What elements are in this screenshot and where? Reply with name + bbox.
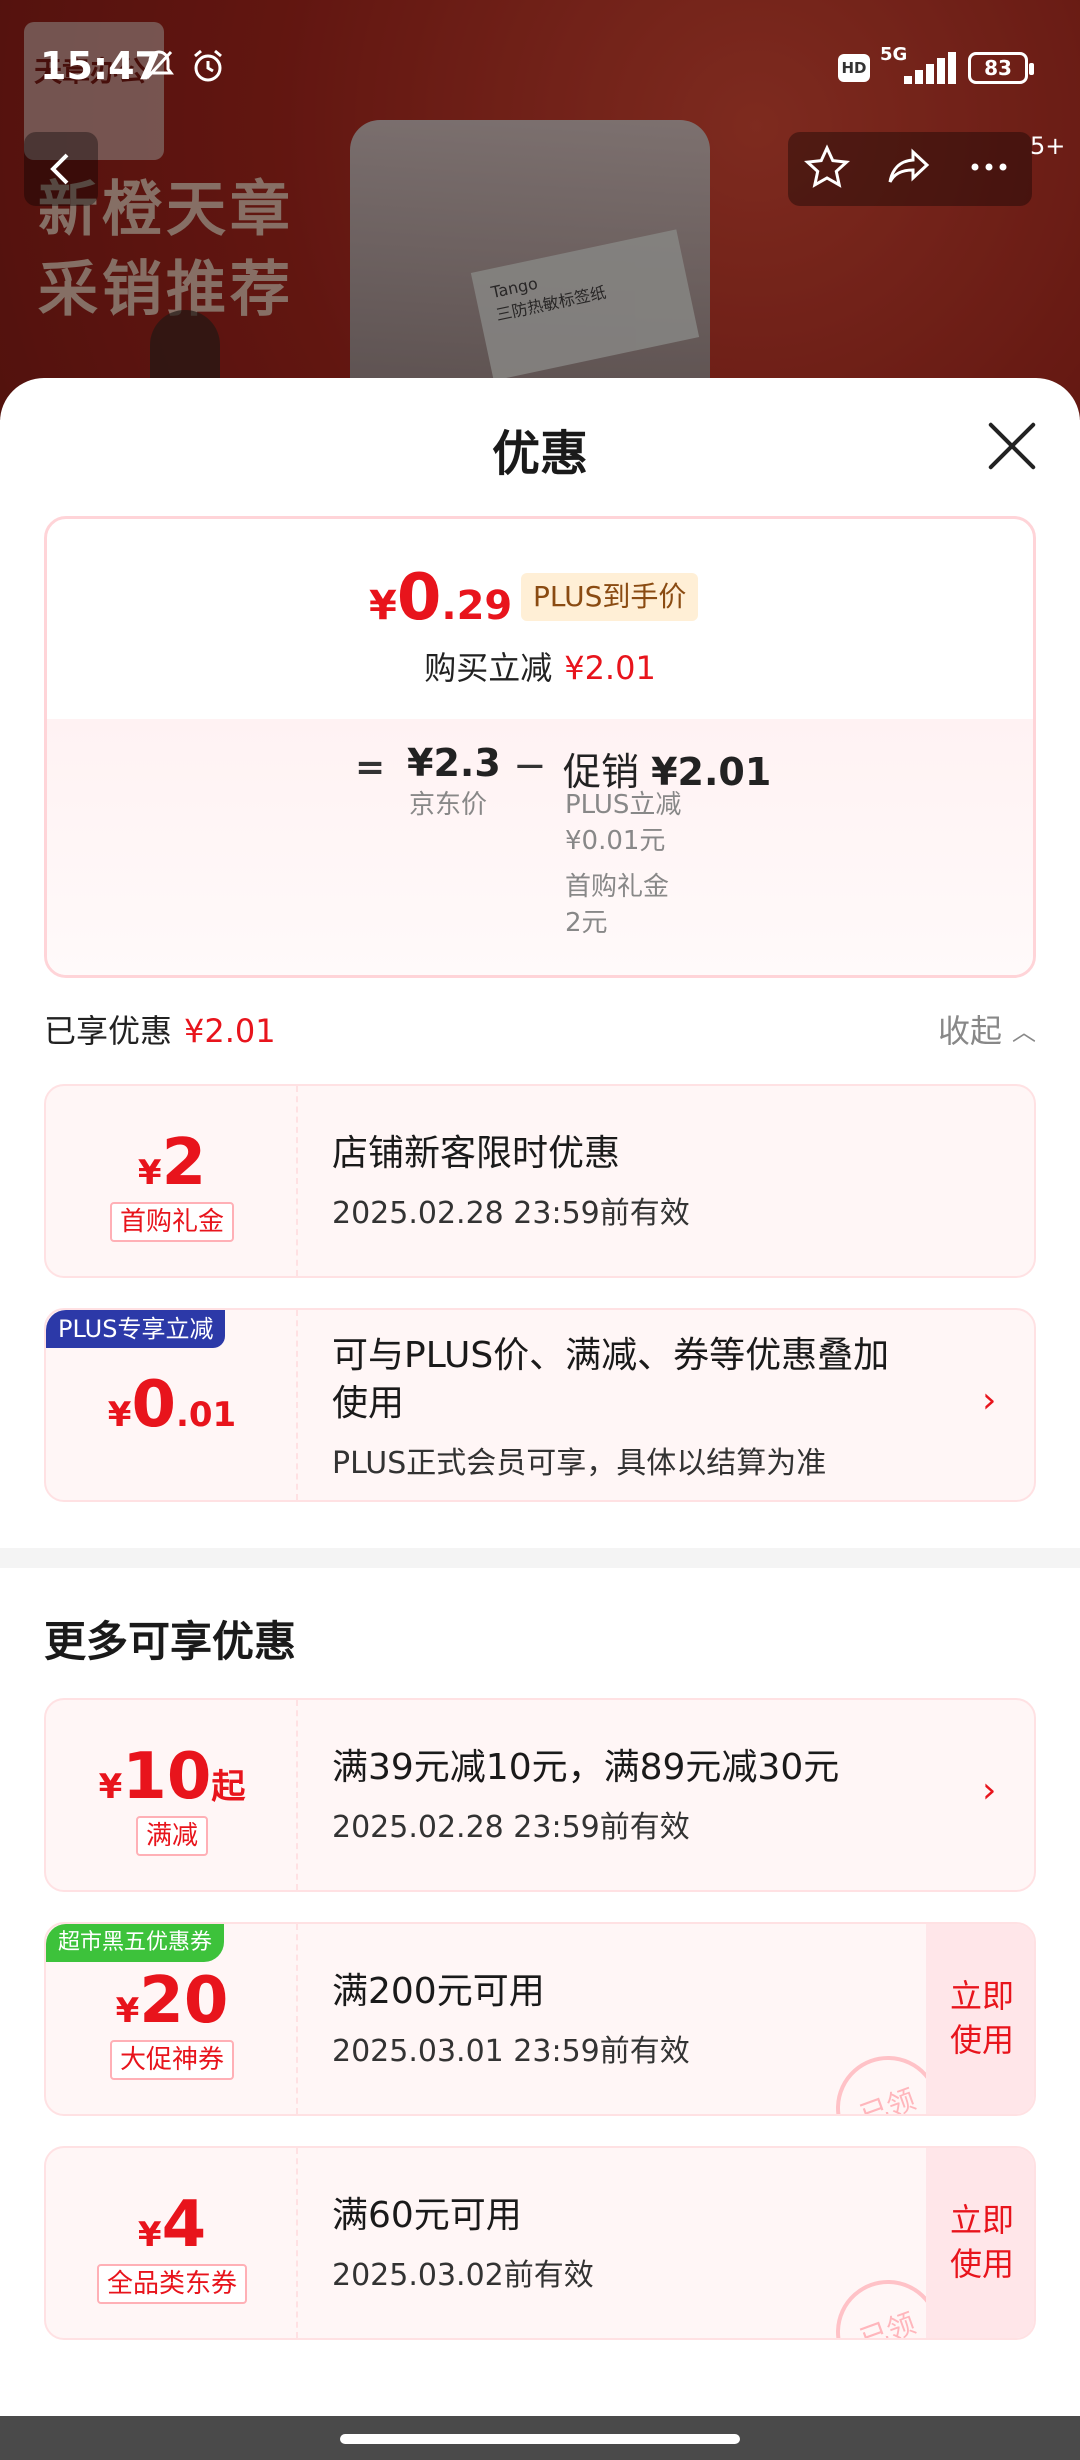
coupon-amount-area: ¥10起 满减: [46, 1700, 298, 1890]
alarm-icon: [190, 48, 226, 93]
star-icon: [804, 144, 850, 188]
coupon-amount-value: 0: [131, 1368, 176, 1442]
message-badge: 5+: [1030, 132, 1066, 160]
favorite-button[interactable]: [802, 144, 852, 194]
more-dots-icon: [971, 163, 1007, 171]
coupon-amount-area: ¥2 首购礼金: [46, 1086, 298, 1276]
coupon-amount-decimal: .01: [175, 1395, 237, 1435]
coupon-title: 满60元可用: [332, 2195, 522, 2236]
coupon-amount-value: 20: [139, 1964, 229, 2038]
chevron-right-icon[interactable]: ›: [982, 1770, 996, 1811]
plus-exclusive-tag: PLUS专享立减: [46, 1310, 226, 1348]
enjoyed-discount-header: 已享优惠 ¥2.01: [44, 1006, 276, 1052]
coupon-type-tag-text: 首购礼金: [109, 1202, 234, 1242]
coupon-validity: 2025.03.02前有效: [332, 2258, 594, 2293]
price-summary-card: ¥0.29 PLUS到手价 购买立减 ¥2.01 = ¥2.3 京东价 − 促销 …: [44, 516, 1036, 978]
coupon-title: 店铺新客限时优惠: [332, 1133, 621, 1174]
final-price-integer: 0: [396, 561, 442, 635]
coupon-title: 可与PLUS价、满减、券等优惠叠加 使用: [332, 1335, 890, 1424]
final-price-decimal: .29: [441, 583, 513, 629]
first-purchase-gift-value: 2元: [565, 908, 608, 938]
coupon-validity: 2025.03.01 23:59前有效: [332, 2034, 690, 2069]
coupon-validity: 2025.02.28 23:59前有效: [332, 1196, 690, 1231]
coupon-type-tag-text: 满减: [135, 1816, 208, 1856]
coupon-amount: ¥0.01: [46, 1368, 298, 1442]
coupon-type-tag: 首购礼金: [46, 1202, 298, 1242]
use-now-button[interactable]: 立即 使用: [926, 1924, 1034, 2114]
supermarket-coupon-tag: 超市黑五优惠券: [46, 1924, 225, 1962]
purchase-reduction-label: 购买立减: [424, 649, 553, 687]
coupon-amount-value: 2: [161, 1126, 207, 1200]
coupon-type-tag-text: 大促神券: [109, 2040, 234, 2080]
close-icon[interactable]: [984, 418, 1040, 474]
share-button[interactable]: [884, 144, 934, 194]
section-divider: [0, 1548, 1080, 1568]
plus-reduction-label: PLUS立减: [565, 790, 682, 820]
coupon-first-purchase[interactable]: ¥2 首购礼金 店铺新客限时优惠 2025.02.28 23:59前有效: [44, 1084, 1036, 1278]
coupon-type-tag-text: 全品类东券: [96, 2264, 247, 2304]
use-now-button[interactable]: 立即 使用: [926, 2148, 1034, 2338]
coupon-amount-suffix: 起: [211, 1767, 246, 1807]
final-price-symbol: ¥: [369, 583, 397, 629]
coupon-title: 满39元减10元，满89元减30元: [332, 1747, 840, 1788]
coupon-title: 满200元可用: [332, 1971, 545, 2012]
jd-price-label: 京东价: [409, 790, 488, 820]
coupon-amount-symbol: ¥: [115, 1991, 140, 2031]
home-indicator[interactable]: [340, 2434, 740, 2444]
equals-sign: =: [355, 747, 386, 788]
coupon-plus-reduction[interactable]: ¥0.01 PLUS专享立减 可与PLUS价、满减、券等优惠叠加 使用 PLUS…: [44, 1308, 1036, 1502]
mute-icon: [142, 48, 176, 91]
coupon-amount-value: 10: [122, 1740, 212, 1814]
coupon-mega-promo[interactable]: ¥20 大促神券 超市黑五优惠券 满200元可用 2025.03.01 23:5…: [44, 1922, 1036, 2116]
first-purchase-gift-label: 首购礼金: [565, 872, 670, 902]
coupon-type-tag: 满减: [46, 1816, 298, 1856]
coupon-type-tag: 大促神券: [46, 2040, 298, 2080]
coupon-amount: ¥4: [46, 2188, 298, 2262]
coupon-amount-symbol: ¥: [107, 1395, 132, 1435]
chevron-right-icon[interactable]: ›: [982, 1380, 996, 1421]
coupon-amount-area: ¥4 全品类东券: [46, 2148, 298, 2338]
coupon-type-tag: 全品类东券: [46, 2264, 298, 2304]
plus-price-tag: PLUS到手价: [521, 573, 699, 621]
purchase-reduction-value: ¥2.01: [564, 649, 656, 687]
jd-price-value: ¥2.3: [407, 741, 501, 785]
coupon-amount-symbol: ¥: [137, 1153, 162, 1193]
coupon-full-reduction[interactable]: ¥10起 满减 满39元减10元，满89元减30元 2025.02.28 23:…: [44, 1698, 1036, 1892]
sheet-title: 优惠: [491, 426, 588, 482]
hd-icon: HD: [838, 54, 870, 82]
share-icon: [888, 148, 930, 183]
coupon-amount-value: 4: [161, 2188, 207, 2262]
plus-reduction-value: ¥0.01元: [565, 826, 666, 856]
more-button[interactable]: [964, 144, 1014, 194]
coupon-amount: ¥20: [46, 1964, 298, 2038]
collapse-button[interactable]: 收起 ︿: [938, 1006, 1036, 1052]
collapse-label: 收起: [938, 1012, 1003, 1050]
coupon-amount: ¥2: [46, 1126, 298, 1200]
signal-icon: [904, 52, 958, 84]
coupon-amount-symbol: ¥: [137, 2215, 162, 2255]
coupon-note: PLUS正式会员可享，具体以结算为准: [332, 1446, 827, 1481]
purchase-reduction: 购买立减 ¥2.01: [47, 643, 1033, 689]
back-button[interactable]: [24, 132, 98, 206]
more-discounts-title: 更多可享优惠: [44, 1617, 297, 1666]
coupon-amount-symbol: ¥: [98, 1767, 123, 1807]
back-arrow-icon: [50, 153, 69, 185]
coupon-all-category[interactable]: ¥4 全品类东券 满60元可用 2025.03.02前有效 已领 立即 使用: [44, 2146, 1036, 2340]
enjoyed-label: 已享优惠: [44, 1012, 173, 1050]
chevron-up-icon: ︿: [1012, 1018, 1037, 1046]
coupon-amount: ¥10起: [46, 1740, 298, 1814]
enjoyed-value: ¥2.01: [184, 1012, 276, 1050]
minus-sign: −: [513, 743, 547, 789]
final-price: ¥0.29: [369, 561, 512, 635]
top-action-bar: [788, 132, 1032, 206]
coupon-validity: 2025.02.28 23:59前有效: [332, 1810, 690, 1845]
battery-indicator: 83: [968, 52, 1034, 84]
status-bar: 15:47 HD 5G 83: [0, 0, 1080, 130]
